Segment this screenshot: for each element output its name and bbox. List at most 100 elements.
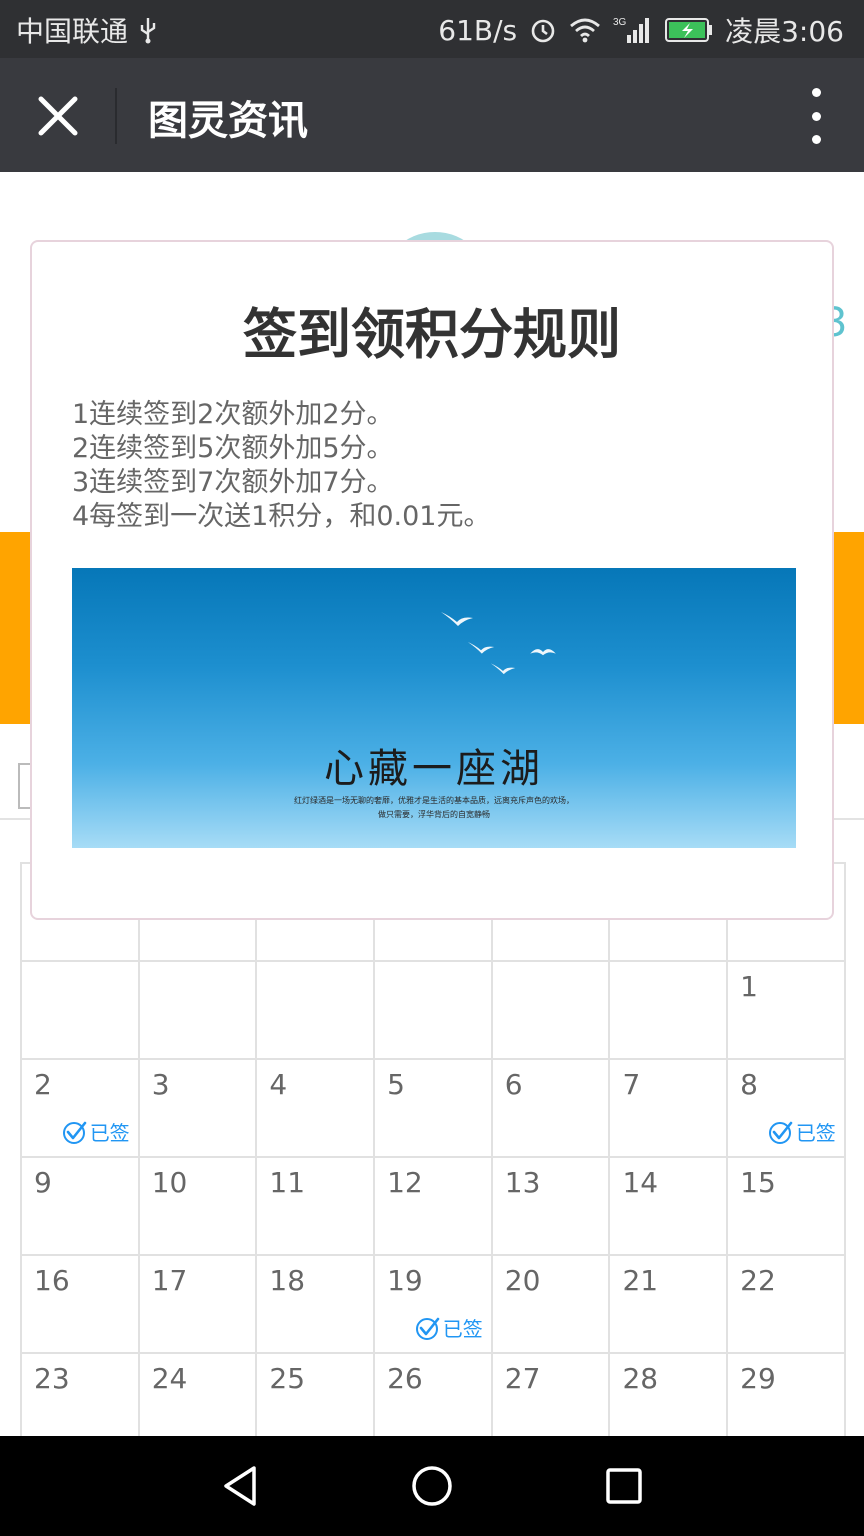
recents-button[interactable] <box>599 1461 649 1511</box>
banner-subtitle-line: 做只需要，浮华背后的自宽静畅 <box>378 810 490 819</box>
banner-headline: 心藏一座湖 <box>324 746 544 792</box>
calendar-day-cell[interactable]: 20 <box>490 1254 611 1354</box>
signed-badge: 已签 <box>62 1117 130 1146</box>
calendar-day-cell <box>20 960 140 1060</box>
alarm-icon <box>529 16 557 44</box>
calendar-day-cell[interactable]: 16 <box>20 1254 140 1354</box>
home-button[interactable] <box>407 1461 457 1511</box>
calendar-day-cell <box>137 960 258 1060</box>
calendar-day-cell[interactable]: 21 <box>608 1254 729 1354</box>
calendar-day-cell[interactable]: 15 <box>726 1156 846 1256</box>
rules-modal: 签到领积分规则 1连续签到2次额外加2分。 2连续签到5次额外加5分。 3连续签… <box>30 240 834 920</box>
rule-item: 4每签到一次送1积分，和0.01元。 <box>72 501 491 532</box>
check-circle-icon <box>768 1121 793 1144</box>
calendar-day-cell[interactable]: 22 <box>726 1254 846 1354</box>
banner-subtitle-line: 红灯绿酒是一场无聊的奢靡，优雅才是生活的基本品质，远离充斥声色的欢场， <box>294 796 574 805</box>
day-number: 20 <box>504 1264 541 1297</box>
day-number: 11 <box>269 1166 306 1199</box>
calendar-day-cell[interactable]: 10 <box>137 1156 258 1256</box>
calendar-day-cell[interactable]: 9 <box>20 1156 140 1256</box>
home-circle-icon <box>412 1466 452 1506</box>
day-number: 22 <box>740 1264 776 1297</box>
modal-title: 签到领积分规则 <box>243 303 621 366</box>
svg-text:3G: 3G <box>613 17 627 28</box>
calendar-day-cell[interactable]: 18 <box>255 1254 376 1354</box>
wifi-icon <box>569 17 601 43</box>
calendar-day-cell[interactable]: 13 <box>490 1156 611 1256</box>
check-circle-icon <box>415 1317 440 1340</box>
calendar-day-cell[interactable]: 14 <box>608 1156 729 1256</box>
day-number: 1 <box>740 970 758 1003</box>
close-icon <box>38 96 78 136</box>
sign-in-calendar: 1 2 已签 3 4 5 6 7 8 已签 9 10 11 12 13 14 15 16 17 18 19 已签 20 21 2… <box>20 862 846 1452</box>
more-dot-icon <box>811 88 821 97</box>
day-number: 25 <box>269 1362 306 1395</box>
rule-item: 1连续签到2次额外加2分。 <box>72 399 394 430</box>
signal-icon: 3G <box>613 15 653 45</box>
title-bar: 图灵资讯 <box>0 58 864 172</box>
day-number: 28 <box>622 1362 659 1395</box>
close-button[interactable] <box>28 86 88 146</box>
rule-item: 2连续签到5次额外加5分。 <box>72 433 394 464</box>
bird-icon <box>441 612 473 626</box>
day-number: 14 <box>622 1166 659 1199</box>
calendar-day-cell[interactable]: 4 <box>255 1058 376 1158</box>
recents-square-icon <box>606 1468 642 1504</box>
day-number: 15 <box>740 1166 776 1199</box>
day-number: 3 <box>151 1068 170 1101</box>
carrier-label: 中国联通 <box>16 15 129 48</box>
day-number: 10 <box>151 1166 188 1199</box>
signed-label: 已签 <box>89 1121 130 1145</box>
calendar-day-cell[interactable]: 6 <box>490 1058 611 1158</box>
rules-list: 1连续签到2次额外加2分。 2连续签到5次额外加5分。 3连续签到7次额外加7分… <box>72 398 490 534</box>
day-number: 23 <box>34 1362 70 1395</box>
day-number: 12 <box>387 1166 423 1199</box>
system-nav-bar <box>0 1436 864 1536</box>
calendar-day-cell[interactable]: 11 <box>255 1156 376 1256</box>
day-number: 7 <box>622 1068 641 1101</box>
calendar-week-row: 9 10 11 12 13 14 15 <box>20 1156 846 1256</box>
calendar-week-row: 1 <box>20 960 846 1060</box>
calendar-day-cell[interactable]: 3 <box>137 1058 258 1158</box>
calendar-day-cell[interactable]: 7 <box>608 1058 729 1158</box>
more-menu-button[interactable] <box>806 88 826 144</box>
bird-icon <box>490 663 516 675</box>
banner-subtitle: 红灯绿酒是一场无聊的奢靡，优雅才是生活的基本品质，远离充斥声色的欢场， 做只需要… <box>72 794 796 822</box>
calendar-day-cell <box>608 960 729 1060</box>
page-title: 图灵资讯 <box>148 98 308 144</box>
calendar-week-row: 2 已签 3 4 5 6 7 8 已签 <box>20 1058 846 1158</box>
signed-badge: 已签 <box>768 1117 836 1146</box>
bird-icon <box>530 649 556 656</box>
signed-label: 已签 <box>442 1317 483 1341</box>
calendar-day-cell[interactable]: 2 已签 <box>20 1058 140 1158</box>
day-number: 9 <box>34 1166 52 1199</box>
rule-item: 3连续签到7次额外加7分。 <box>72 467 394 498</box>
net-speed: 61B/s <box>438 13 518 47</box>
calendar-day-cell[interactable]: 1 <box>726 960 846 1060</box>
day-number: 27 <box>504 1362 541 1395</box>
calendar-day-cell <box>373 960 493 1060</box>
calendar-day-cell <box>490 960 611 1060</box>
calendar-day-cell[interactable]: 8 已签 <box>726 1058 846 1158</box>
battery-icon <box>665 17 713 43</box>
calendar-day-cell[interactable]: 19 已签 <box>373 1254 493 1354</box>
day-number: 24 <box>151 1362 188 1395</box>
calendar-day-cell <box>255 960 376 1060</box>
check-circle-icon <box>62 1121 86 1144</box>
day-number: 5 <box>387 1068 405 1101</box>
calendar-day-cell[interactable]: 12 <box>373 1156 493 1256</box>
day-number: 16 <box>34 1264 70 1297</box>
calendar-body: 1 2 已签 3 4 5 6 7 8 已签 9 10 11 12 13 14 15 16 17 18 19 已签 20 21 2… <box>20 960 846 1452</box>
bird-icon <box>467 642 495 654</box>
signed-label: 已签 <box>795 1121 836 1145</box>
calendar-day-cell[interactable]: 17 <box>137 1254 258 1354</box>
back-button[interactable] <box>215 1461 265 1511</box>
day-number: 18 <box>269 1264 306 1297</box>
calendar-day-cell[interactable]: 5 <box>373 1058 493 1158</box>
clock-time: 凌晨3:06 <box>725 15 844 48</box>
usb-icon <box>138 16 158 44</box>
day-number: 19 <box>387 1264 423 1297</box>
back-triangle-icon <box>224 1466 256 1506</box>
day-number: 21 <box>622 1264 659 1297</box>
calendar-week-row: 16 17 18 19 已签 20 21 22 <box>20 1254 846 1354</box>
